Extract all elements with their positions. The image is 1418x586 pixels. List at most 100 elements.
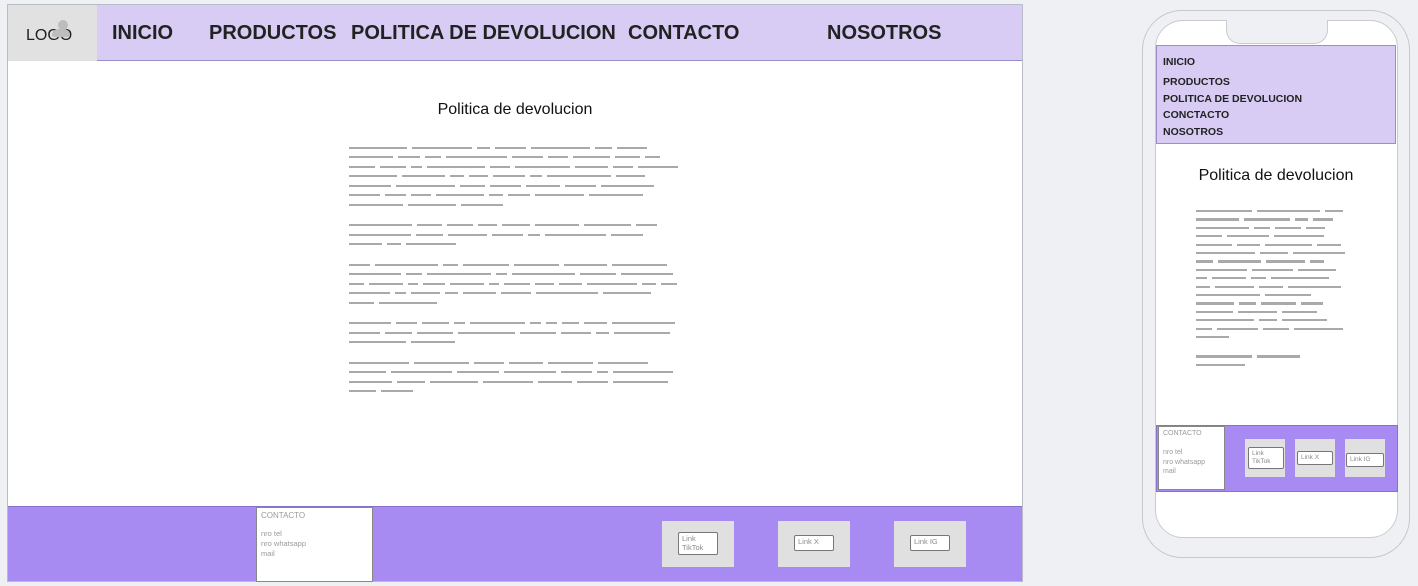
placeholder-line (1196, 308, 1356, 316)
nav-item-contacto[interactable]: CONTACTO (628, 22, 739, 45)
placeholder-text-block (349, 143, 689, 407)
placeholder-word (395, 292, 406, 295)
placeholder-word (577, 380, 608, 383)
placeholder-word (603, 292, 651, 295)
logo[interactable]: LOGO (8, 5, 97, 61)
placeholder-word (349, 361, 409, 364)
placeholder-line (349, 289, 689, 299)
mobile-nav-item-productos[interactable]: PRODUCTOS (1163, 76, 1230, 88)
nav-item-politica-de-devolucion[interactable]: POLITICA DE DEVOLUCION (351, 22, 616, 45)
mobile-nav-item-politica[interactable]: POLITICA DE DEVOLUCION (1163, 93, 1302, 105)
placeholder-word (1196, 235, 1222, 238)
placeholder-line (1196, 352, 1356, 360)
placeholder-word (530, 175, 542, 178)
placeholder-word (596, 331, 609, 334)
footer-contact-mail: mail (261, 549, 275, 558)
placeholder-word (1196, 302, 1234, 305)
nav-item-nosotros[interactable]: NOSOTROS (827, 22, 941, 45)
placeholder-word (512, 273, 575, 276)
placeholder-line (349, 387, 689, 397)
placeholder-word (642, 282, 656, 285)
placeholder-word (349, 194, 380, 197)
placeholder-word (613, 380, 668, 383)
placeholder-word (638, 165, 678, 168)
placeholder-word (1196, 243, 1232, 246)
placeholder-line (349, 143, 689, 153)
placeholder-line (1196, 291, 1356, 299)
placeholder-word (411, 292, 440, 295)
placeholder-word (1196, 252, 1255, 255)
placeholder-word (584, 224, 631, 227)
placeholder-word (535, 224, 579, 227)
placeholder-word (1227, 235, 1269, 238)
placeholder-word (408, 203, 456, 206)
placeholder-word (548, 156, 568, 159)
mobile-ig-link[interactable]: Link IG (1346, 453, 1384, 467)
mobile-footer: CONTACTO nro tel nro whatsapp mail Link … (1156, 425, 1398, 492)
placeholder-word (416, 233, 443, 236)
placeholder-line (349, 162, 689, 172)
x-link[interactable]: Link X (794, 535, 834, 551)
ig-link[interactable]: Link IG (910, 535, 950, 551)
placeholder-line (1196, 232, 1356, 240)
placeholder-word (1260, 252, 1288, 255)
placeholder-word (493, 175, 525, 178)
placeholder-word (504, 371, 556, 374)
placeholder-word (349, 322, 391, 325)
placeholder-word (387, 243, 401, 246)
placeholder-word (1310, 260, 1324, 263)
placeholder-word (514, 263, 559, 266)
mobile-x-link[interactable]: Link X (1297, 451, 1333, 465)
placeholder-word (450, 282, 484, 285)
placeholder-word (349, 341, 406, 344)
placeholder-word (349, 146, 407, 149)
placeholder-line (349, 298, 689, 308)
placeholder-word (1288, 285, 1341, 288)
mobile-nav-item-contacto[interactable]: CONCTACTO (1163, 109, 1229, 121)
mobile-nav-item-inicio[interactable]: INICIO (1163, 56, 1195, 68)
placeholder-paragraph (349, 221, 689, 250)
footer-contact-phone: nro tel (261, 529, 282, 538)
mobile-footer-contact-title: CONTACTO (1163, 430, 1202, 437)
placeholder-word (1239, 302, 1256, 305)
mobile-navbar: INICIO PRODUCTOS POLITICA DE DEVOLUCION … (1156, 45, 1396, 144)
placeholder-word (1313, 218, 1333, 221)
placeholder-word (512, 156, 543, 159)
placeholder-word (380, 165, 406, 168)
placeholder-word (412, 146, 472, 149)
placeholder-word (1196, 210, 1252, 213)
mobile-tiktok-link[interactable]: Link TikTok (1248, 447, 1284, 469)
tiktok-link[interactable]: Link TikTok (678, 532, 718, 555)
placeholder-word (443, 263, 458, 266)
footer-contact-title: CONTACTO (261, 511, 306, 520)
placeholder-word (1275, 226, 1301, 230)
placeholder-line (349, 221, 689, 231)
desktop-wireframe: LOGO INICIO PRODUCTOS POLITICA DE DEVOLU… (7, 4, 1023, 582)
placeholder-word (474, 361, 504, 364)
placeholder-line (349, 240, 689, 250)
placeholder-word (661, 282, 677, 285)
nav-item-productos[interactable]: PRODUCTOS (209, 22, 336, 45)
placeholder-word (470, 322, 525, 325)
mobile-ig-link-box: Link IG (1345, 439, 1385, 477)
placeholder-word (446, 156, 507, 159)
placeholder-word (411, 341, 455, 344)
placeholder-word (469, 175, 488, 178)
placeholder-word (422, 322, 449, 325)
placeholder-word (573, 156, 610, 159)
placeholder-line (349, 270, 689, 280)
mobile-tiktok-link-box: Link TikTok (1245, 439, 1285, 477)
footer-contact-box: CONTACTO nro tel nro whatsapp mail (256, 507, 373, 582)
mobile-x-link-box: Link X (1295, 439, 1335, 477)
top-navbar: LOGO INICIO PRODUCTOS POLITICA DE DEVOLU… (8, 5, 1022, 61)
placeholder-word (349, 184, 391, 187)
placeholder-line (1196, 241, 1356, 249)
placeholder-word (645, 156, 660, 159)
placeholder-word (396, 184, 455, 187)
placeholder-word (490, 165, 510, 168)
mobile-nav-item-nosotros[interactable]: NOSOTROS (1163, 126, 1223, 138)
placeholder-word (349, 273, 401, 276)
placeholder-word (1196, 335, 1229, 339)
placeholder-word (536, 292, 598, 295)
nav-item-inicio[interactable]: INICIO (112, 22, 173, 45)
